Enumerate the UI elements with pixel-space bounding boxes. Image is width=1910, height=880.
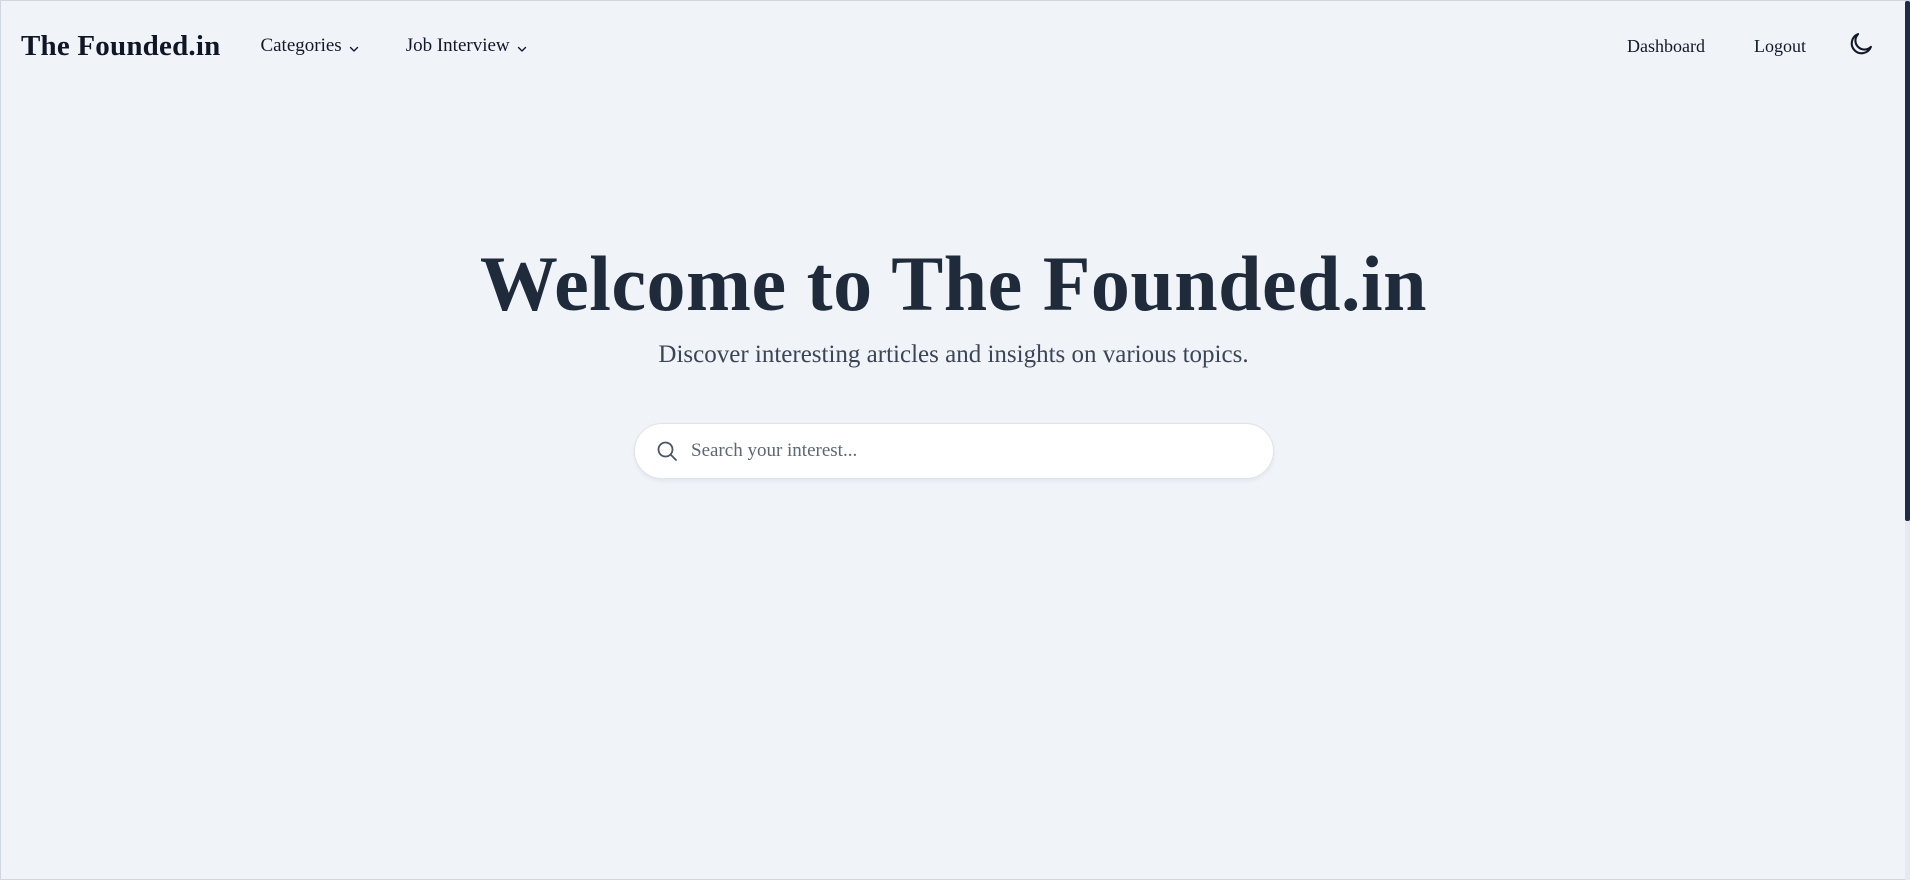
chevron-down-icon [515,40,529,54]
scrollbar-thumb[interactable] [1905,1,1910,521]
search-input[interactable] [691,440,1253,462]
page-scrollbar[interactable] [1905,1,1910,880]
search-bar[interactable] [634,423,1274,479]
categories-menu[interactable]: Categories [260,35,360,57]
moon-icon [1847,30,1875,63]
dashboard-link[interactable]: Dashboard [1627,36,1705,57]
job-interview-menu-label: Job Interview [405,35,510,56]
hero-title: Welcome to The Founded.in [479,240,1428,327]
job-interview-menu[interactable]: Job Interview [406,35,529,57]
logout-link[interactable]: Logout [1754,36,1806,57]
brand-logo[interactable]: The Founded.in [21,30,220,63]
navbar-left: The Founded.in Categories Job Interview [21,30,574,63]
hero-section: Welcome to The Founded.in Discover inter… [1,1,1906,880]
theme-toggle-button[interactable] [1846,31,1876,61]
top-navbar: The Founded.in Categories Job Interview … [1,1,1896,91]
categories-menu-label: Categories [260,35,342,56]
hero-subtitle: Discover interesting articles and insigh… [658,341,1249,368]
search-icon [655,439,679,463]
chevron-down-icon [347,40,361,54]
page-frame: The Founded.in Categories Job Interview … [0,0,1910,880]
navbar-right: Dashboard Logout [1578,31,1876,61]
